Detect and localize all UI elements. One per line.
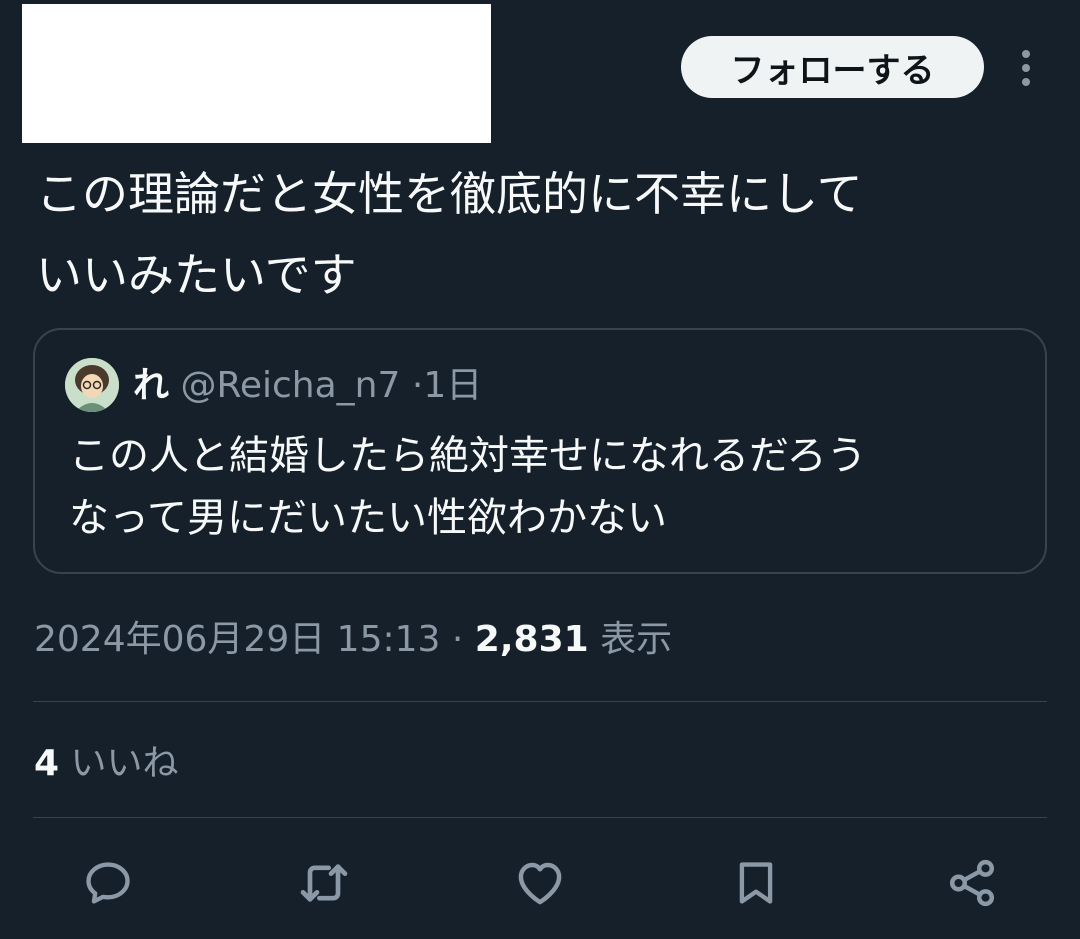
quote-author-name[interactable]: れ bbox=[133, 365, 169, 406]
more-options-button[interactable] bbox=[1010, 45, 1042, 91]
avatar[interactable] bbox=[65, 358, 119, 412]
share-button[interactable] bbox=[942, 853, 1002, 913]
avatar-image bbox=[65, 358, 119, 412]
bookmark-icon bbox=[739, 862, 773, 904]
tweet-text: この理論だと女性を徹底的に不幸にして いいみたいです bbox=[36, 167, 863, 302]
like-button[interactable] bbox=[510, 853, 570, 913]
quote-author-handle[interactable]: @Reicha_n7 bbox=[180, 365, 400, 406]
divider bbox=[33, 701, 1047, 702]
views-label: 表示 bbox=[600, 619, 673, 660]
meta-separator: · bbox=[451, 619, 464, 660]
redacted-profile-area bbox=[22, 4, 491, 143]
quote-tweet-card[interactable]: れ @Reicha_n7 ·1日 この人と結婚したら絶対幸せになれるだろう なっ… bbox=[33, 328, 1047, 574]
heart-icon bbox=[518, 862, 562, 905]
quote-separator: · bbox=[411, 365, 424, 406]
retweet-button[interactable] bbox=[294, 853, 354, 913]
likes-stat[interactable]: 4 いいね bbox=[34, 734, 179, 794]
quote-text: この人と結婚したら絶対幸せになれるだろう なって男にだいたい性欲わかない bbox=[69, 433, 867, 541]
tweet-meta-row: 2024年06月29日 15:13 · 2,831 表示 bbox=[34, 610, 672, 670]
likes-count: 4 bbox=[34, 743, 60, 784]
quote-time[interactable]: 1日 bbox=[423, 365, 482, 406]
bookmark-button[interactable] bbox=[726, 853, 786, 913]
retweet-icon bbox=[300, 864, 348, 902]
reply-button[interactable] bbox=[78, 853, 138, 913]
reply-icon bbox=[86, 862, 130, 904]
views-count: 2,831 bbox=[474, 619, 589, 660]
likes-label: いいね bbox=[70, 743, 179, 784]
divider bbox=[33, 817, 1047, 818]
tweet-timestamp[interactable]: 2024年06月29日 15:13 bbox=[34, 619, 440, 660]
quote-header: れ @Reicha_n7 ·1日 bbox=[133, 360, 482, 412]
follow-button[interactable]: フォローする bbox=[681, 36, 984, 98]
more-vertical-icon bbox=[1022, 50, 1030, 86]
share-icon bbox=[949, 859, 995, 907]
